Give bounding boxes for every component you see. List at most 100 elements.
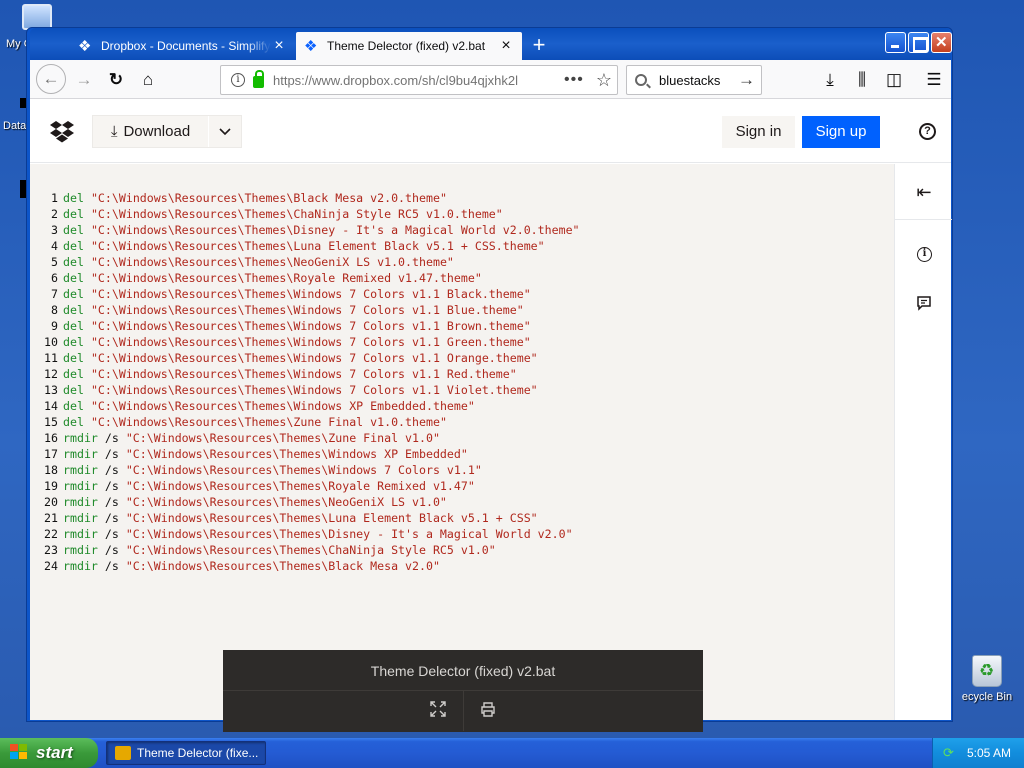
search-input[interactable]: bluestacks <box>659 73 738 88</box>
code-line: 1 del "C:\Windows\Resources\Themes\Black … <box>44 190 580 206</box>
code-line: 12 del "C:\Windows\Resources\Themes\Windo… <box>44 366 580 382</box>
command-args: /s <box>97 511 126 525</box>
print-icon[interactable] <box>478 701 498 721</box>
tab-title: Theme Delector (fixed) v2.bat <box>327 39 486 53</box>
maximize-button[interactable] <box>908 32 929 53</box>
recycle-bin-desktop-icon[interactable]: ecycle Bin <box>950 655 1024 703</box>
help-icon[interactable]: ? <box>919 123 936 140</box>
info-icon[interactable]: i <box>917 247 932 262</box>
line-number: 4 <box>51 239 58 253</box>
command-keyword: rmdir <box>63 511 98 525</box>
url-text[interactable]: https://www.dropbox.com/sh/cl9bu4qjxhk2l <box>273 73 558 88</box>
command-args: /s <box>97 543 126 557</box>
home-button[interactable]: ⌂ <box>134 66 162 94</box>
code-line: 5 del "C:\Windows\Resources\Themes\NeoGen… <box>44 254 580 270</box>
path-string: "C:\Windows\Resources\Themes\Windows 7 C… <box>90 383 538 397</box>
line-number: 8 <box>51 303 58 317</box>
library-icon[interactable]: ⫼ <box>848 66 876 94</box>
forward-button[interactable]: → <box>70 66 98 94</box>
dropbox-icon <box>304 37 320 55</box>
line-number: 15 <box>44 415 58 429</box>
close-tab-icon[interactable]: × <box>271 38 287 54</box>
code-line: 23 rmdir /s "C:\Windows\Resources\Themes\… <box>44 542 580 558</box>
hamburger-menu-icon[interactable]: ☰ <box>920 66 948 94</box>
downloads-icon[interactable]: ⤓ <box>816 66 844 94</box>
download-button-group: ⤓ Download <box>92 115 242 148</box>
firefox-icon <box>115 746 131 760</box>
sign-up-button[interactable]: Sign up <box>802 116 880 148</box>
path-string: "C:\Windows\Resources\Themes\Zune Final … <box>90 415 447 429</box>
new-tab-button[interactable]: + <box>527 34 551 58</box>
dropbox-logo-icon[interactable] <box>50 119 74 143</box>
download-button[interactable]: ⤓ Download <box>93 116 209 147</box>
command-keyword: del <box>63 207 84 221</box>
path-string: "C:\Windows\Resources\Themes\ChaNinja St… <box>90 207 503 221</box>
collapse-panel-icon[interactable]: ⇤ <box>914 182 934 202</box>
site-info-icon[interactable]: i <box>231 73 245 87</box>
path-string: "C:\Windows\Resources\Themes\Windows 7 C… <box>90 335 531 349</box>
code-line: 8 del "C:\Windows\Resources\Themes\Window… <box>44 302 580 318</box>
path-string: "C:\Windows\Resources\Themes\Windows 7 C… <box>90 351 538 365</box>
code-line: 14 del "C:\Windows\Resources\Themes\Windo… <box>44 398 580 414</box>
command-keyword: rmdir <box>63 543 98 557</box>
code-line: 7 del "C:\Windows\Resources\Themes\Window… <box>44 286 580 302</box>
code-line: 4 del "C:\Windows\Resources\Themes\Luna E… <box>44 238 580 254</box>
download-label: Download <box>123 123 191 140</box>
path-string: "C:\Windows\Resources\Themes\Disney - It… <box>90 223 580 237</box>
bookmark-star-icon[interactable]: ☆ <box>596 70 612 91</box>
path-string: "C:\Windows\Resources\Themes\Black Mesa … <box>90 191 447 205</box>
command-keyword: rmdir <box>63 495 98 509</box>
comment-icon[interactable] <box>914 295 934 315</box>
code-line: 24 rmdir /s "C:\Windows\Resources\Themes\… <box>44 558 580 574</box>
code-line: 9 del "C:\Windows\Resources\Themes\Window… <box>44 318 580 334</box>
code-line: 21 rmdir /s "C:\Windows\Resources\Themes\… <box>44 510 580 526</box>
line-number: 16 <box>44 431 58 445</box>
close-tab-icon[interactable]: × <box>498 38 514 54</box>
command-keyword: del <box>63 367 84 381</box>
command-keyword: rmdir <box>63 447 98 461</box>
desktop-icon-label: Data <box>3 120 27 132</box>
code-line: 19 rmdir /s "C:\Windows\Resources\Themes\… <box>44 478 580 494</box>
right-sidebar: ⇤ i <box>894 164 952 720</box>
sidebar-icon[interactable]: ◫ <box>880 66 908 94</box>
command-keyword: rmdir <box>63 559 98 573</box>
sign-in-button[interactable]: Sign in <box>722 116 795 148</box>
clock[interactable]: 5:05 AM <box>967 746 1011 760</box>
reload-button[interactable]: ↻ <box>102 66 130 94</box>
minimize-button[interactable] <box>885 32 906 53</box>
file-tools <box>223 691 703 731</box>
line-number: 18 <box>44 463 58 477</box>
command-keyword: rmdir <box>63 431 98 445</box>
start-button[interactable]: start <box>0 738 98 768</box>
command-args: /s <box>97 431 126 445</box>
file-name: Theme Delector (fixed) v2.bat <box>223 650 703 691</box>
command-args: /s <box>97 527 126 541</box>
search-go-icon[interactable]: → <box>738 70 755 90</box>
back-button[interactable]: ← <box>36 64 66 94</box>
download-options-button[interactable] <box>209 116 241 147</box>
path-string: "C:\Windows\Resources\Themes\NeoGeniX LS… <box>125 495 447 509</box>
taskbar-item-browser[interactable]: Theme Delector (fixe... <box>106 741 266 765</box>
dropbox-icon <box>78 37 94 55</box>
command-args: /s <box>97 495 126 509</box>
close-window-button[interactable] <box>931 32 952 53</box>
code-line: 15 del "C:\Windows\Resources\Themes\Zune … <box>44 414 580 430</box>
path-string: "C:\Windows\Resources\Themes\NeoGeniX LS… <box>90 255 454 269</box>
command-args: /s <box>97 463 126 477</box>
address-bar[interactable]: i https://www.dropbox.com/sh/cl9bu4qjxhk… <box>220 65 618 95</box>
fullscreen-icon[interactable] <box>428 701 448 721</box>
command-keyword: rmdir <box>63 479 98 493</box>
page-actions-icon[interactable]: ••• <box>564 71 584 89</box>
command-args: /s <box>97 447 126 461</box>
tab-title: Dropbox - Documents - Simplify your <box>101 39 271 53</box>
line-number: 13 <box>44 383 58 397</box>
command-keyword: del <box>63 255 84 269</box>
network-icon[interactable]: ⟳ <box>943 746 957 760</box>
tab-dropbox-documents[interactable]: Dropbox - Documents - Simplify your × <box>70 32 295 60</box>
search-bar[interactable]: bluestacks → <box>626 65 762 95</box>
chevron-down-icon <box>219 127 231 135</box>
tab-theme-delector[interactable]: Theme Delector (fixed) v2.bat × <box>296 32 522 60</box>
code-line: 2 del "C:\Windows\Resources\Themes\ChaNin… <box>44 206 580 222</box>
line-number: 3 <box>51 223 58 237</box>
file-info-bar: Theme Delector (fixed) v2.bat <box>223 650 703 732</box>
